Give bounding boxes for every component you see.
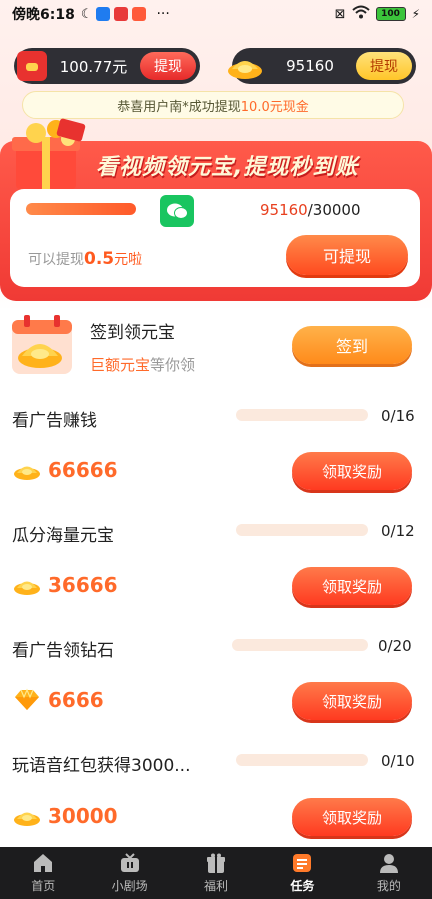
nav-item-tasks[interactable]: 任务 — [259, 847, 345, 899]
checkin-subtitle-highlight: 巨额元宝 — [90, 356, 151, 374]
promo-card: 看视频领元宝,提现秒到账 95160/30000 可以提现0.5元啦 可提现 — [0, 118, 432, 301]
notice-text: 恭喜用户南*成功提现 — [117, 99, 241, 115]
task-count: 0/16 — [381, 407, 415, 425]
task-reward-amount: 66666 — [48, 458, 118, 482]
task-reward-amount: 6666 — [48, 688, 104, 712]
status-bar: 傍晚6:18 ☾ ··· ⊠ 100 ⚡ — [0, 0, 432, 28]
task-reward-amount: 36666 — [48, 573, 118, 597]
red-packet-icon — [17, 51, 47, 81]
app-notification-icon — [96, 7, 111, 21]
tv-icon — [120, 853, 139, 872]
bottom-nav: 首页 小剧场 福利 任务 我的 — [0, 847, 432, 899]
gold-ingot-icon — [14, 581, 40, 595]
task-title: 瓜分海量元宝 — [12, 526, 114, 546]
progress-text: 95160/30000 — [260, 201, 361, 219]
gold-ingot-icon — [228, 61, 262, 79]
charging-icon: ⚡ — [411, 7, 420, 21]
progress-total: /30000 — [307, 201, 361, 219]
task-count: 0/20 — [378, 637, 412, 655]
checkin-button[interactable]: 签到 — [292, 326, 412, 364]
wechat-icon — [160, 195, 194, 227]
gift-box-icon — [12, 118, 86, 189]
cash-balance: 100.77元 提现 — [14, 48, 200, 84]
cash-amount: 100.77元 — [59, 57, 128, 76]
moon-icon: ☾ — [80, 6, 93, 22]
nav-item-profile[interactable]: 我的 — [346, 847, 432, 899]
checkin-title: 签到领元宝 — [90, 323, 175, 343]
progress-current: 95160 — [260, 201, 308, 219]
task-reward: 30000 — [12, 804, 118, 828]
home-icon — [34, 854, 53, 872]
tasks-icon — [293, 854, 312, 872]
diamond-icon — [15, 688, 39, 710]
battery-icon: 100 — [375, 7, 406, 21]
claim-reward-button[interactable]: 领取奖励 — [292, 682, 412, 720]
task-title: 看广告赚钱 — [12, 411, 97, 431]
nav-label: 首页 — [31, 879, 56, 893]
claim-reward-button[interactable]: 领取奖励 — [292, 452, 412, 490]
checkin-subtitle: 巨额元宝等你领 — [90, 354, 195, 375]
cash-withdraw-button[interactable]: 提现 — [140, 52, 196, 80]
sim-icon: ⊠ — [334, 6, 346, 22]
nav-item-welfare[interactable]: 福利 — [173, 847, 259, 899]
app-notification-icon — [114, 7, 129, 21]
app-notification-icon — [132, 7, 147, 21]
gold-withdraw-button[interactable]: 提现 — [356, 52, 412, 80]
task-title: 看广告领钻石 — [12, 641, 114, 661]
promo-inner-card: 95160/30000 可以提现0.5元啦 可提现 — [10, 189, 420, 287]
more-dots: ··· — [156, 6, 170, 22]
task-count: 0/12 — [381, 522, 415, 540]
task-reward: 36666 — [12, 573, 118, 597]
nav-label: 福利 — [204, 879, 229, 893]
task-count: 0/10 — [381, 752, 415, 770]
claim-reward-button[interactable]: 领取奖励 — [292, 798, 412, 836]
task-progress-bar — [236, 754, 368, 766]
promo-title: 看视频领元宝,提现秒到账 — [96, 155, 359, 180]
nav-label: 任务 — [290, 879, 315, 893]
task-progress-bar — [236, 409, 368, 421]
gift-icon — [207, 853, 226, 873]
withdraw-hint: 可以提现0.5元啦 — [28, 249, 142, 269]
nav-label: 我的 — [376, 879, 401, 893]
task-title: 玩语音红包获得3000... — [12, 756, 191, 776]
task-progress-bar — [232, 639, 368, 651]
can-withdraw-button[interactable]: 可提现 — [286, 235, 408, 275]
withdraw-hint-suffix: 元啦 — [114, 252, 143, 268]
nav-item-theater[interactable]: 小剧场 — [86, 847, 172, 899]
gold-balance: 95160 提现 — [228, 48, 416, 84]
wifi-icon — [351, 5, 370, 23]
task-reward: 66666 — [12, 458, 118, 482]
withdraw-hint-prefix: 可以提现 — [28, 252, 84, 268]
checkin-subtitle-rest: 等你领 — [150, 356, 196, 374]
nav-item-home[interactable]: 首页 — [0, 847, 86, 899]
task-progress-bar — [236, 524, 368, 536]
notice-highlight: 10.0元现金 — [240, 99, 309, 115]
claim-reward-button[interactable]: 领取奖励 — [292, 567, 412, 605]
withdraw-progress-bar — [26, 203, 136, 215]
task-reward: 6666 — [12, 688, 104, 712]
gold-amount: 95160 — [286, 57, 334, 75]
nav-label: 小剧场 — [111, 879, 148, 893]
person-icon — [379, 854, 398, 873]
gold-ingot-icon — [14, 812, 40, 826]
calendar-icon — [12, 315, 72, 374]
task-reward-amount: 30000 — [48, 804, 118, 828]
status-time: 傍晚6:18 — [12, 7, 75, 23]
gold-ingot-icon — [14, 466, 40, 480]
withdraw-hint-amount: 0.5 — [84, 249, 115, 269]
